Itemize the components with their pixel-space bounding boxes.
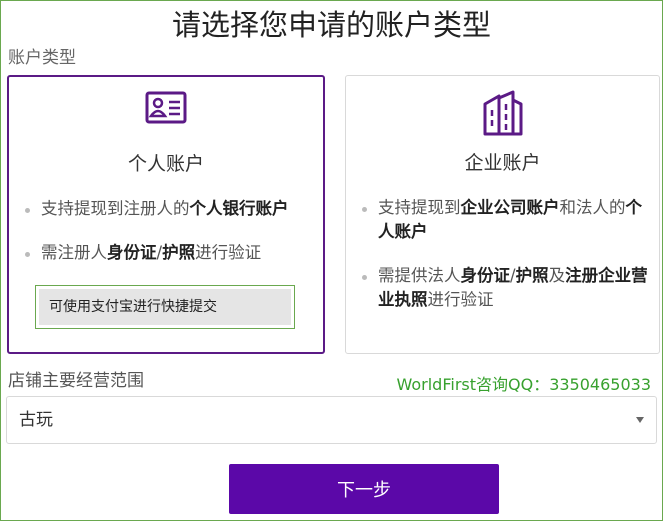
business-scope-select[interactable]: 古玩 bbox=[6, 396, 657, 444]
next-button[interactable]: 下一步 bbox=[229, 464, 499, 514]
company-account-title: 企业账户 bbox=[464, 152, 541, 174]
feature-text: 需注册人身份证/护照进行验证 bbox=[41, 243, 261, 262]
id-card-icon bbox=[145, 91, 187, 129]
personal-account-title: 个人账户 bbox=[127, 153, 204, 175]
bullet-dot bbox=[25, 252, 30, 257]
list-item: 需注册人身份证/护照进行验证 bbox=[23, 241, 315, 265]
feature-text-segment: 和法人的 bbox=[559, 198, 626, 217]
feature-text-segment: 支持提现到 bbox=[378, 198, 461, 217]
contact-qq: WorldFirst咨询QQ：3350465033 bbox=[396, 375, 651, 394]
feature-text: 支持提现到注册人的个人银行账户 bbox=[41, 199, 289, 218]
feature-text-segment: 进行验证 bbox=[427, 290, 494, 309]
list-item: 需提供法人身份证/护照及注册企业营业执照进行验证 bbox=[360, 264, 651, 312]
feature-text: 需提供法人身份证/护照及注册企业营业执照进行验证 bbox=[378, 266, 648, 309]
bullet-dot bbox=[362, 275, 367, 280]
feature-text-segment: 需提供法人 bbox=[378, 266, 461, 285]
feature-highlight: 护照 bbox=[162, 243, 196, 262]
page-title: 请选择您申请的账户类型 bbox=[171, 8, 491, 42]
personal-account-features: 支持提现到注册人的个人银行账户 需注册人身份证/护照进行验证 bbox=[23, 197, 315, 285]
business-scope-label: 店铺主要经营范围 bbox=[8, 371, 144, 391]
bullet-dot bbox=[362, 207, 367, 212]
feature-text-segment: 及 bbox=[548, 266, 566, 285]
company-account-features: 支持提现到企业公司账户和法人的个人账户 需提供法人身份证/护照及注册企业营业执照… bbox=[360, 196, 651, 332]
feature-text-segment: 支持提现到注册人的 bbox=[41, 199, 190, 218]
alipay-quick-submit-label: 可使用支付宝进行快捷提交 bbox=[39, 289, 291, 325]
feature-highlight: 护照 bbox=[515, 266, 549, 285]
feature-text: 支持提现到企业公司账户和法人的个人账户 bbox=[378, 198, 642, 241]
feature-highlight: 身份证 bbox=[107, 243, 157, 262]
dropdown-arrow-icon bbox=[636, 417, 644, 423]
list-item: 支持提现到企业公司账户和法人的个人账户 bbox=[360, 196, 651, 244]
building-icon bbox=[481, 90, 525, 140]
alipay-quick-submit[interactable]: 可使用支付宝进行快捷提交 bbox=[35, 285, 295, 329]
feature-text-segment: 进行验证 bbox=[195, 243, 262, 262]
company-account-card[interactable]: 企业账户 支持提现到企业公司账户和法人的个人账户 需提供法人身份证/护照及注册企… bbox=[345, 75, 660, 354]
feature-text-segment: 需注册人 bbox=[41, 243, 107, 262]
bullet-dot bbox=[25, 208, 30, 213]
list-item: 支持提现到注册人的个人银行账户 bbox=[23, 197, 315, 221]
business-scope-value: 古玩 bbox=[19, 410, 53, 430]
feature-highlight: 身份证 bbox=[460, 266, 511, 285]
personal-account-card[interactable]: 个人账户 支持提现到注册人的个人银行账户 需注册人身份证/护照进行验证 可使用支… bbox=[7, 75, 325, 354]
account-type-label: 账户类型 bbox=[8, 48, 76, 68]
feature-highlight: 个人银行账户 bbox=[189, 199, 289, 218]
feature-highlight: 企业公司账户 bbox=[460, 198, 560, 217]
